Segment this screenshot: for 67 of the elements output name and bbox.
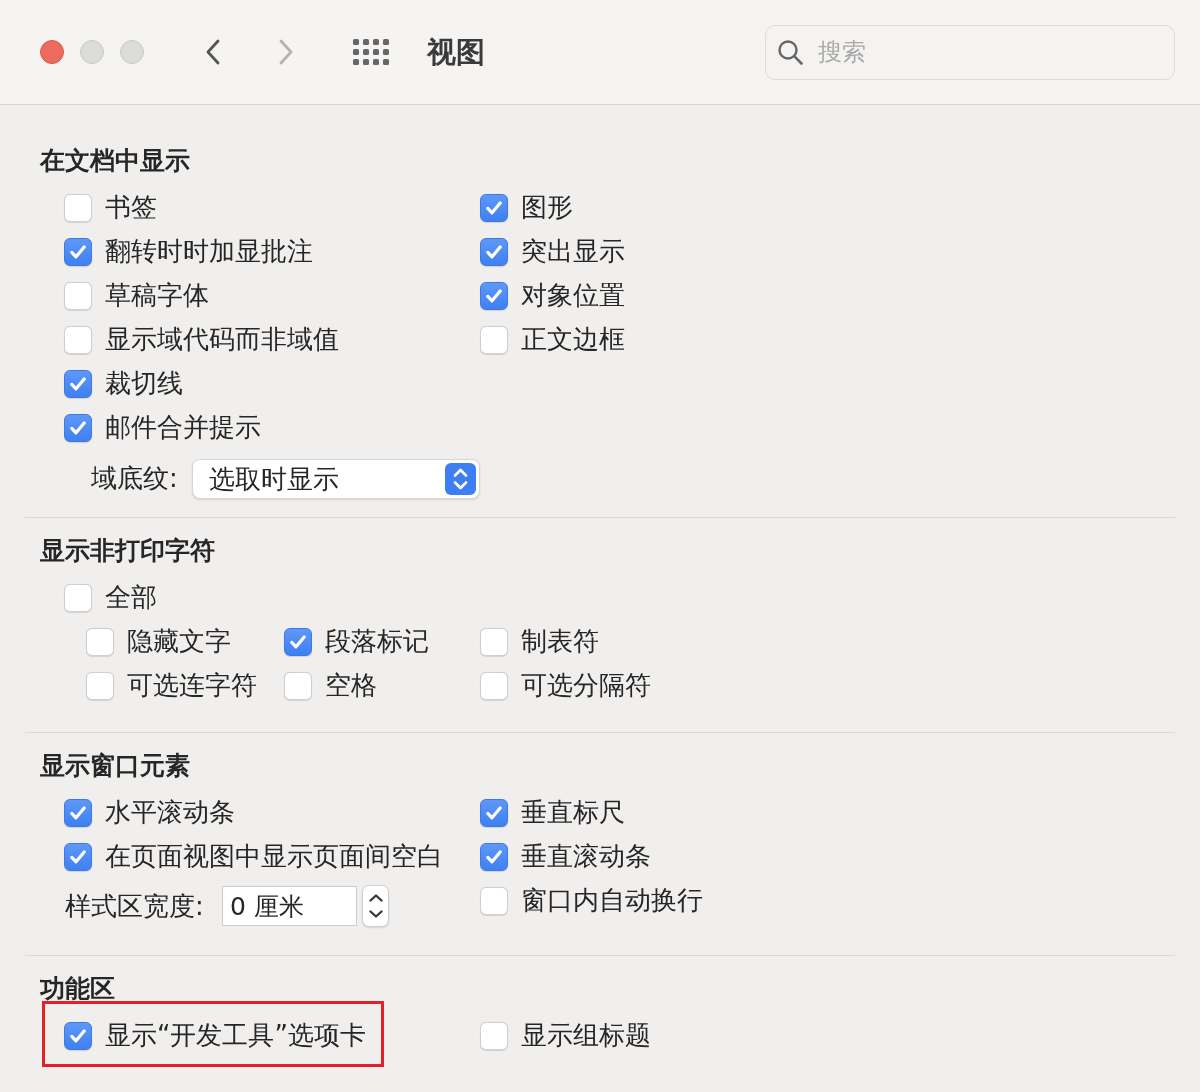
checkbox-label: 书签	[105, 191, 157, 225]
checkbox[interactable]	[480, 282, 508, 310]
search-field[interactable]: 搜索	[765, 24, 1175, 80]
checkmark-icon	[290, 635, 306, 649]
checkmark-icon	[70, 245, 86, 259]
checkbox-label: 隐藏文字	[127, 625, 231, 659]
checkmark-icon	[70, 1029, 86, 1043]
checkbox-label: 空格	[325, 669, 377, 703]
checkmark-icon	[70, 377, 86, 391]
checkmark-icon	[486, 806, 502, 820]
updown-chevron-icon	[445, 463, 476, 495]
checkbox-label: 全部	[105, 581, 157, 615]
checkmark-icon	[486, 850, 502, 864]
checkbox[interactable]	[480, 194, 508, 222]
checkbox[interactable]	[284, 628, 312, 656]
popup-button[interactable]: 选取时显示	[191, 459, 480, 499]
section-heading: 显示窗口元素	[40, 750, 190, 782]
checkbox-label: 可选分隔符	[521, 669, 651, 703]
checkbox-label: 正文边框	[521, 323, 625, 357]
checkbox[interactable]	[480, 843, 508, 871]
chevron-down-icon	[368, 910, 383, 918]
checkbox-label: 段落标记	[325, 625, 429, 659]
checkbox[interactable]	[480, 238, 508, 266]
checkmark-icon	[70, 806, 86, 820]
checkbox[interactable]	[480, 799, 508, 827]
checkmark-icon	[486, 245, 502, 259]
checkbox[interactable]	[64, 799, 92, 827]
checkbox-label: 邮件合并提示	[105, 411, 261, 445]
section-heading: 功能区	[40, 973, 115, 1005]
chevron-up-icon	[368, 894, 383, 902]
text-field[interactable]: 0 厘米	[222, 886, 357, 926]
checkbox-label: 图形	[521, 191, 573, 225]
checkbox-label: 垂直标尺	[521, 796, 625, 830]
checkbox-label: 可选连字符	[127, 669, 257, 703]
checkbox-label: 窗口内自动换行	[521, 884, 703, 918]
checkbox[interactable]	[64, 843, 92, 871]
field-label: 域底纹:	[91, 462, 178, 496]
close-button[interactable]	[40, 40, 64, 64]
checkmark-icon	[486, 201, 502, 215]
checkbox-label: 显示组标题	[521, 1019, 651, 1053]
checkmark-icon	[486, 289, 502, 303]
search-icon	[778, 39, 803, 65]
checkbox[interactable]	[64, 414, 92, 442]
checkbox-label: 垂直滚动条	[521, 840, 651, 874]
checkmark-icon	[70, 850, 86, 864]
checkbox-label: 对象位置	[521, 279, 625, 313]
chevron-right-icon	[279, 39, 293, 65]
field-label: 样式区宽度:	[65, 889, 205, 923]
checkbox-label: 水平滚动条	[105, 796, 235, 830]
checkbox-label: 突出显示	[521, 235, 625, 269]
checkbox-label: 显示域代码而非域值	[105, 323, 339, 357]
chevron-left-icon	[206, 39, 220, 65]
checkbox-label: 在页面视图中显示页面间空白	[105, 840, 443, 874]
grid-icon	[353, 39, 389, 65]
checkbox-label: 制表符	[521, 625, 599, 659]
checkbox-label: 翻转时时加显批注	[105, 235, 313, 269]
checkbox-label: 裁切线	[105, 367, 183, 401]
checkbox-label: 显示“开发工具”选项卡	[105, 1019, 366, 1053]
stepper-control[interactable]	[362, 885, 389, 927]
window-title: 视图	[427, 34, 485, 70]
checkbox[interactable]	[64, 370, 92, 398]
section-heading: 在文档中显示	[40, 145, 190, 177]
checkbox-label: 草稿字体	[105, 279, 209, 313]
checkbox[interactable]	[64, 1022, 92, 1050]
section-heading: 显示非打印字符	[40, 535, 215, 567]
checkbox[interactable]	[64, 238, 92, 266]
checkmark-icon	[70, 421, 86, 435]
